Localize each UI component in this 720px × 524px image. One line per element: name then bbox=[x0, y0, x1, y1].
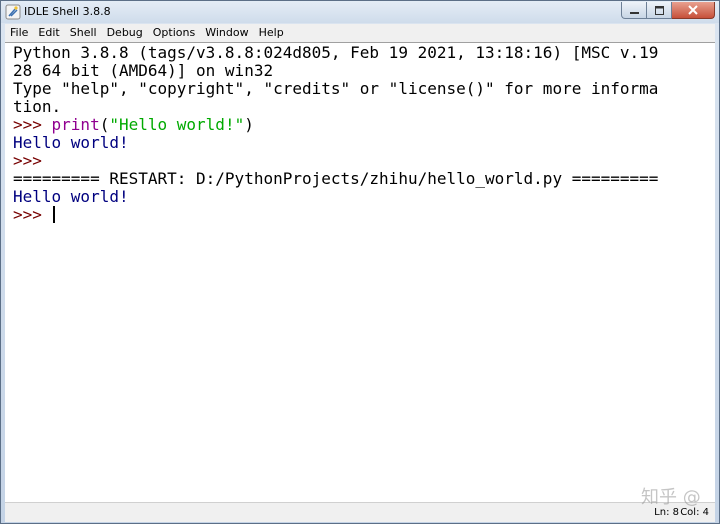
prompt: >>> bbox=[13, 115, 52, 134]
banner-line-2: 28 64 bit (AMD64)] on win32 bbox=[13, 61, 274, 80]
close-paren: ) bbox=[244, 115, 254, 134]
window-controls bbox=[621, 2, 715, 19]
command-line: >>> print("Hello world!") bbox=[13, 116, 254, 134]
prompt-line-2: >>> bbox=[13, 151, 42, 170]
string-literal: "Hello world!" bbox=[109, 115, 245, 134]
minimize-icon bbox=[629, 11, 639, 14]
idle-shell-window: IDLE Shell 3.8.8 File Edit Shell Debug O… bbox=[0, 0, 720, 524]
banner-line-4: tion. bbox=[13, 97, 62, 116]
menu-bar: File Edit Shell Debug Options Window Hel… bbox=[5, 24, 715, 42]
python-feather-icon bbox=[5, 4, 21, 20]
menu-window[interactable]: Window bbox=[200, 24, 253, 42]
banner-line-3: Type "help", "copyright", "credits" or "… bbox=[13, 79, 659, 98]
maximize-icon bbox=[654, 5, 664, 15]
title-bar[interactable]: IDLE Shell 3.8.8 bbox=[1, 1, 719, 23]
builtin-print: print bbox=[51, 115, 100, 134]
menu-shell[interactable]: Shell bbox=[65, 24, 102, 42]
watermark: 知乎 @ bbox=[641, 487, 701, 508]
menu-debug[interactable]: Debug bbox=[102, 24, 148, 42]
close-button[interactable] bbox=[672, 2, 715, 19]
minimize-button[interactable] bbox=[621, 2, 647, 19]
open-paren: ( bbox=[99, 115, 110, 134]
active-prompt: >>> bbox=[13, 205, 52, 224]
text-cursor bbox=[53, 206, 55, 223]
status-bar: Ln: 8 Col: 4 bbox=[5, 502, 715, 522]
menu-help[interactable]: Help bbox=[254, 24, 289, 42]
menu-file[interactable]: File bbox=[5, 24, 33, 42]
window-title: IDLE Shell 3.8.8 bbox=[24, 5, 111, 18]
shell-text-area[interactable]: Python 3.8.8 (tags/v3.8.8:024d805, Feb 1… bbox=[5, 42, 715, 502]
output-line-2: Hello world! bbox=[13, 187, 129, 206]
maximize-button[interactable] bbox=[647, 2, 672, 19]
restart-line: ========= RESTART: D:/PythonProjects/zhi… bbox=[13, 169, 659, 188]
close-icon bbox=[688, 5, 698, 15]
banner-line-1: Python 3.8.8 (tags/v3.8.8:024d805, Feb 1… bbox=[13, 43, 659, 62]
output-line-1: Hello world! bbox=[13, 133, 129, 152]
menu-edit[interactable]: Edit bbox=[33, 24, 64, 42]
menu-options[interactable]: Options bbox=[148, 24, 200, 42]
